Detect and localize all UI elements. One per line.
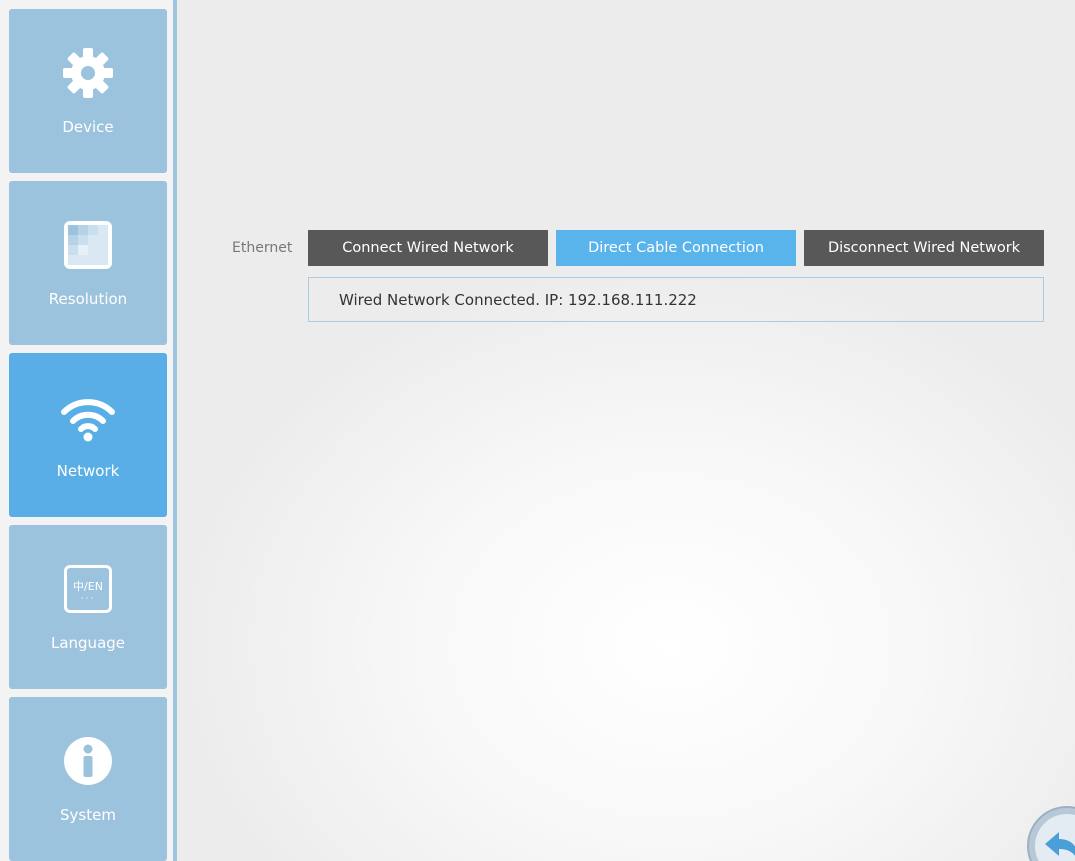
sidebar-item-system[interactable]: System: [9, 697, 167, 861]
sidebar-item-label: Language: [50, 634, 126, 652]
language-icon-text: 中/EN: [73, 580, 103, 593]
connection-status: Wired Network Connected. IP: 192.168.111…: [308, 277, 1044, 322]
back-arrow-icon: [1045, 832, 1075, 856]
connect-wired-network-button[interactable]: Connect Wired Network: [308, 230, 548, 266]
sidebar: Device Resolution Network 中/EN ··· Langu…: [0, 0, 175, 861]
sidebar-item-language[interactable]: 中/EN ··· Language: [9, 525, 167, 689]
gear-icon: [9, 45, 167, 101]
sidebar-item-device[interactable]: Device: [9, 9, 167, 173]
sidebar-item-label: Resolution: [48, 290, 128, 308]
sidebar-item-label: System: [60, 806, 116, 824]
sidebar-item-label: Device: [62, 118, 114, 136]
resolution-icon: [9, 217, 167, 273]
direct-cable-connection-button[interactable]: Direct Cable Connection: [556, 230, 796, 266]
language-icon: 中/EN ···: [9, 561, 167, 617]
main-panel: [177, 0, 1075, 861]
sidebar-item-network[interactable]: Network: [9, 353, 167, 517]
sidebar-item-resolution[interactable]: Resolution: [9, 181, 167, 345]
ethernet-label: Ethernet: [232, 240, 293, 256]
disconnect-wired-network-button[interactable]: Disconnect Wired Network: [804, 230, 1044, 266]
sidebar-item-label: Network: [56, 462, 120, 480]
info-icon: [9, 733, 167, 789]
wifi-icon: [9, 389, 167, 445]
